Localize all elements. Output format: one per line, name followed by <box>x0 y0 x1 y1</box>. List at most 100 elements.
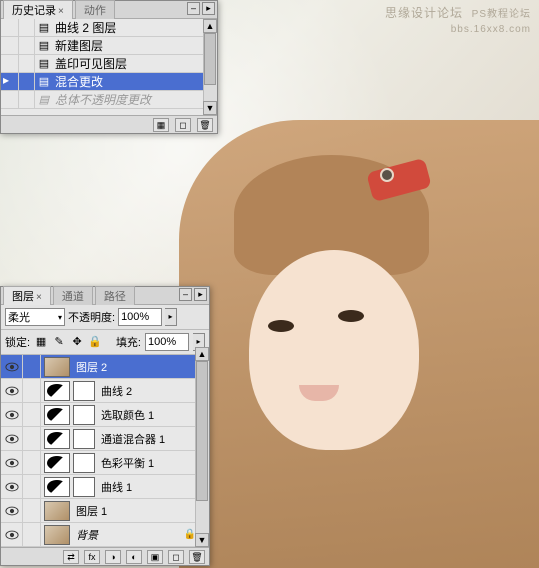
history-item[interactable]: ▤曲线 2 图层 <box>1 19 217 37</box>
mask-thumb[interactable] <box>73 381 95 401</box>
layers-minimize-icon[interactable]: – <box>179 288 192 301</box>
scroll-thumb[interactable] <box>196 361 208 501</box>
layer-row[interactable]: 曲线 2 <box>1 379 209 403</box>
history-item[interactable]: ▤盖印可见图层 <box>1 55 217 73</box>
image-thumb[interactable] <box>44 501 70 521</box>
link-layers-icon[interactable]: ⇄ <box>63 550 79 564</box>
delete-layer-icon[interactable]: 🗑 <box>189 550 205 564</box>
panel-minimize-icon[interactable]: – <box>187 2 200 15</box>
create-document-icon[interactable]: ▦ <box>153 118 169 132</box>
adjustment-thumb[interactable] <box>44 453 70 473</box>
visibility-eye-icon[interactable] <box>1 475 23 498</box>
tab-paths[interactable]: 路径 <box>95 286 135 305</box>
fill-input[interactable]: 100% <box>145 333 189 351</box>
blend-mode-select[interactable]: 柔光▾ <box>5 308 65 326</box>
mask-thumb[interactable] <box>73 477 95 497</box>
stamp-icon: ▤ <box>37 57 51 70</box>
layer-mask-icon[interactable]: ◑ <box>105 550 121 564</box>
history-marker-col[interactable] <box>3 37 19 54</box>
lock-transparency-icon[interactable]: ▦ <box>34 335 48 349</box>
scroll-down-icon[interactable]: ▼ <box>195 533 209 547</box>
tab-layers[interactable]: 图层× <box>3 286 51 305</box>
visibility-eye-icon[interactable] <box>1 403 23 426</box>
layers-tabs: 图层× 通道 路径 – ▸ <box>1 287 209 305</box>
layer-row[interactable]: 背景🔒 <box>1 523 209 547</box>
adjustment-thumb[interactable] <box>44 429 70 449</box>
adjustment-thumb[interactable] <box>44 477 70 497</box>
tab-actions[interactable]: 动作 <box>75 0 115 19</box>
history-marker-col[interactable] <box>3 55 19 72</box>
history-marker-col[interactable] <box>3 19 19 36</box>
link-col[interactable] <box>23 427 41 450</box>
layer-row[interactable]: 通道混合器 1 <box>1 427 209 451</box>
layer-name-label[interactable]: 背景 <box>70 527 183 543</box>
visibility-eye-icon[interactable] <box>1 499 23 522</box>
adjustment-layer-icon[interactable]: ◐ <box>126 550 142 564</box>
panel-menu-icon[interactable]: ▸ <box>202 2 215 15</box>
link-col[interactable] <box>23 403 41 426</box>
layer-name-label[interactable]: 曲线 2 <box>95 383 209 399</box>
history-item[interactable]: ▸▤混合更改 <box>1 73 217 91</box>
layer-row[interactable]: 图层 2 <box>1 355 209 379</box>
link-col[interactable] <box>23 499 41 522</box>
scroll-thumb[interactable] <box>204 33 216 85</box>
scroll-up-icon[interactable]: ▲ <box>195 347 209 361</box>
lock-all-icon[interactable]: 🔒 <box>88 335 102 349</box>
layer-name-label[interactable]: 图层 2 <box>70 359 209 375</box>
history-item[interactable]: ▤新建图层 <box>1 37 217 55</box>
tab-layers-close[interactable]: × <box>36 292 42 303</box>
new-layer-icon[interactable]: ◻ <box>168 550 184 564</box>
layer-row[interactable]: 曲线 1 <box>1 475 209 499</box>
mask-thumb[interactable] <box>73 429 95 449</box>
history-item[interactable]: ▤总体不透明度更改 <box>1 91 217 109</box>
link-col[interactable] <box>23 523 41 546</box>
group-icon[interactable]: ▣ <box>147 550 163 564</box>
mask-thumb[interactable] <box>73 453 95 473</box>
layer-name-label[interactable]: 通道混合器 1 <box>95 431 209 447</box>
curves-icon: ▤ <box>37 21 51 34</box>
history-marker-col[interactable]: ▸ <box>3 73 19 90</box>
adjustment-thumb[interactable] <box>44 405 70 425</box>
visibility-eye-icon[interactable] <box>1 451 23 474</box>
opacity-arrow-icon[interactable]: ▸ <box>165 308 177 326</box>
history-brush-col[interactable] <box>19 73 35 90</box>
layers-scrollbar[interactable]: ▲ ▼ <box>195 347 209 547</box>
tab-history-close[interactable]: × <box>58 6 64 17</box>
visibility-eye-icon[interactable] <box>1 379 23 402</box>
link-col[interactable] <box>23 451 41 474</box>
scroll-up-icon[interactable]: ▲ <box>203 19 217 33</box>
mask-thumb[interactable] <box>73 405 95 425</box>
lock-pixels-icon[interactable]: ✎ <box>52 335 66 349</box>
visibility-eye-icon[interactable] <box>1 427 23 450</box>
lock-position-icon[interactable]: ✥ <box>70 335 84 349</box>
layer-row[interactable]: 选取颜色 1 <box>1 403 209 427</box>
adjustment-thumb[interactable] <box>44 381 70 401</box>
tab-channels[interactable]: 通道 <box>53 286 93 305</box>
visibility-eye-icon[interactable] <box>1 523 23 546</box>
layer-name-label[interactable]: 色彩平衡 1 <box>95 455 209 471</box>
history-brush-col[interactable] <box>19 91 35 108</box>
tab-history[interactable]: 历史记录× <box>3 0 73 19</box>
layers-menu-icon[interactable]: ▸ <box>194 288 207 301</box>
link-col[interactable] <box>23 475 41 498</box>
opacity-input[interactable]: 100% <box>118 308 162 326</box>
history-brush-col[interactable] <box>19 19 35 36</box>
image-thumb[interactable] <box>44 357 70 377</box>
layer-name-label[interactable]: 选取颜色 1 <box>95 407 209 423</box>
history-marker-col[interactable] <box>3 91 19 108</box>
delete-state-icon[interactable]: 🗑 <box>197 118 213 132</box>
scroll-down-icon[interactable]: ▼ <box>203 101 217 115</box>
link-col[interactable] <box>23 355 41 378</box>
layer-style-icon[interactable]: fx <box>84 550 100 564</box>
visibility-eye-icon[interactable] <box>1 355 23 378</box>
layer-row[interactable]: 色彩平衡 1 <box>1 451 209 475</box>
layer-row[interactable]: 图层 1 <box>1 499 209 523</box>
layer-name-label[interactable]: 图层 1 <box>70 503 209 519</box>
layer-name-label[interactable]: 曲线 1 <box>95 479 209 495</box>
new-snapshot-icon[interactable]: ◻ <box>175 118 191 132</box>
history-scrollbar[interactable]: ▲ ▼ <box>203 19 217 115</box>
link-col[interactable] <box>23 379 41 402</box>
history-brush-col[interactable] <box>19 37 35 54</box>
image-thumb[interactable] <box>44 525 70 545</box>
history-brush-col[interactable] <box>19 55 35 72</box>
